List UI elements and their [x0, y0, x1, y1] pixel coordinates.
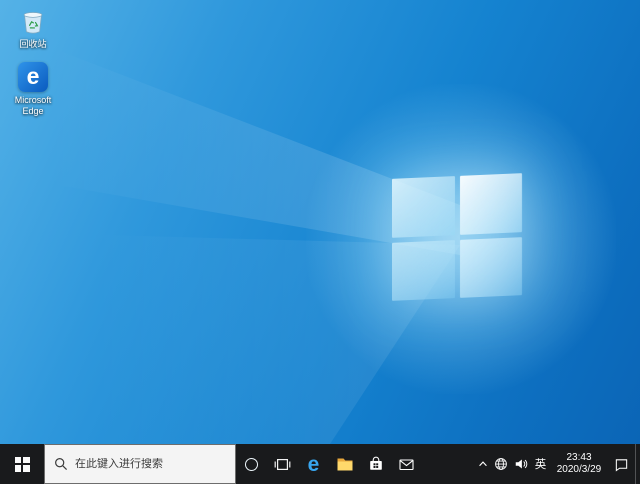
desktop-wallpaper: 回收站 e Microsoft Edge: [0, 0, 640, 444]
ime-indicator[interactable]: 英: [531, 444, 550, 484]
search-input[interactable]: [75, 458, 226, 470]
file-explorer-icon: [335, 454, 355, 474]
wallpaper-light-beam-lower: [0, 0, 640, 444]
volume-button[interactable]: [511, 444, 531, 484]
task-view-icon: [274, 456, 291, 473]
windows-logo-pane: [460, 173, 523, 234]
start-button[interactable]: [0, 444, 44, 484]
clock-time: 23:43: [566, 452, 591, 465]
show-desktop-button[interactable]: [635, 444, 640, 484]
edge-letter-glyph: e: [27, 65, 40, 88]
clock[interactable]: 23:43 2020/3/29: [550, 444, 608, 484]
recycle-bin-shortcut[interactable]: 回收站: [4, 6, 62, 50]
windows-logo-icon: [15, 457, 30, 472]
edge-shortcut[interactable]: e Microsoft Edge: [4, 62, 62, 117]
mail-icon: [398, 456, 415, 473]
action-center-icon: [614, 457, 629, 472]
windows-logo-pane: [392, 176, 455, 237]
taskbar: e: [0, 444, 640, 484]
taskbar-search-box[interactable]: [44, 444, 236, 484]
store-button[interactable]: [360, 444, 391, 484]
clock-date: 2020/3/29: [557, 464, 602, 477]
tray-overflow-button[interactable]: [475, 444, 491, 484]
edge-icon: e: [308, 454, 320, 475]
task-view-button[interactable]: [267, 444, 298, 484]
network-button[interactable]: [491, 444, 511, 484]
file-explorer-button[interactable]: [329, 444, 360, 484]
action-center-button[interactable]: [608, 444, 635, 484]
wallpaper-light-beam-upper: [0, 0, 640, 444]
edge-shortcut-label: Microsoft Edge: [4, 95, 62, 117]
desktop-icon-list: 回收站 e Microsoft Edge: [4, 6, 62, 116]
wallpaper-light-beam-right: [0, 0, 640, 444]
windows-desktop-screen: 回收站 e Microsoft Edge: [0, 0, 640, 484]
chevron-up-icon: [477, 458, 489, 470]
cortana-button[interactable]: [236, 444, 267, 484]
windows-logo-pane: [460, 237, 523, 298]
edge-taskbar-button[interactable]: e: [298, 444, 329, 484]
search-icon: [54, 457, 68, 471]
speaker-icon: [514, 457, 528, 471]
mail-button[interactable]: [391, 444, 422, 484]
system-tray: 英 23:43 2020/3/29: [475, 444, 640, 484]
cortana-icon: [245, 458, 258, 471]
store-icon: [367, 455, 385, 473]
windows-logo-wallpaper: [392, 173, 522, 301]
windows-logo-pane: [392, 240, 455, 301]
edge-icon: e: [18, 62, 48, 92]
recycle-bin-icon: [18, 6, 48, 36]
recycle-bin-label: 回收站: [19, 39, 46, 50]
network-globe-icon: [494, 457, 508, 471]
